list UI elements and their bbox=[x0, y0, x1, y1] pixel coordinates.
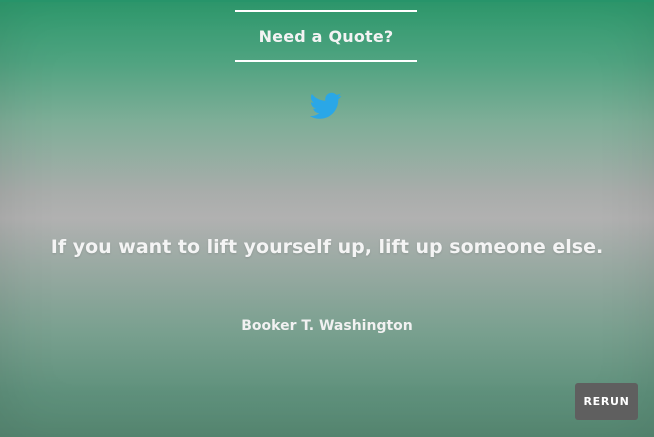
header-box: Need a Quote? bbox=[235, 10, 417, 62]
rerun-button[interactable]: RERUN bbox=[575, 383, 638, 420]
page-title: Need a Quote? bbox=[258, 26, 394, 46]
quote-text: If you want to lift yourself up, lift up… bbox=[50, 236, 604, 258]
quote-author: Booker T. Washington bbox=[241, 318, 413, 334]
top-strip bbox=[0, 0, 654, 2]
twitter-bird-graphic bbox=[309, 92, 342, 119]
twitter-icon[interactable] bbox=[309, 92, 342, 120]
